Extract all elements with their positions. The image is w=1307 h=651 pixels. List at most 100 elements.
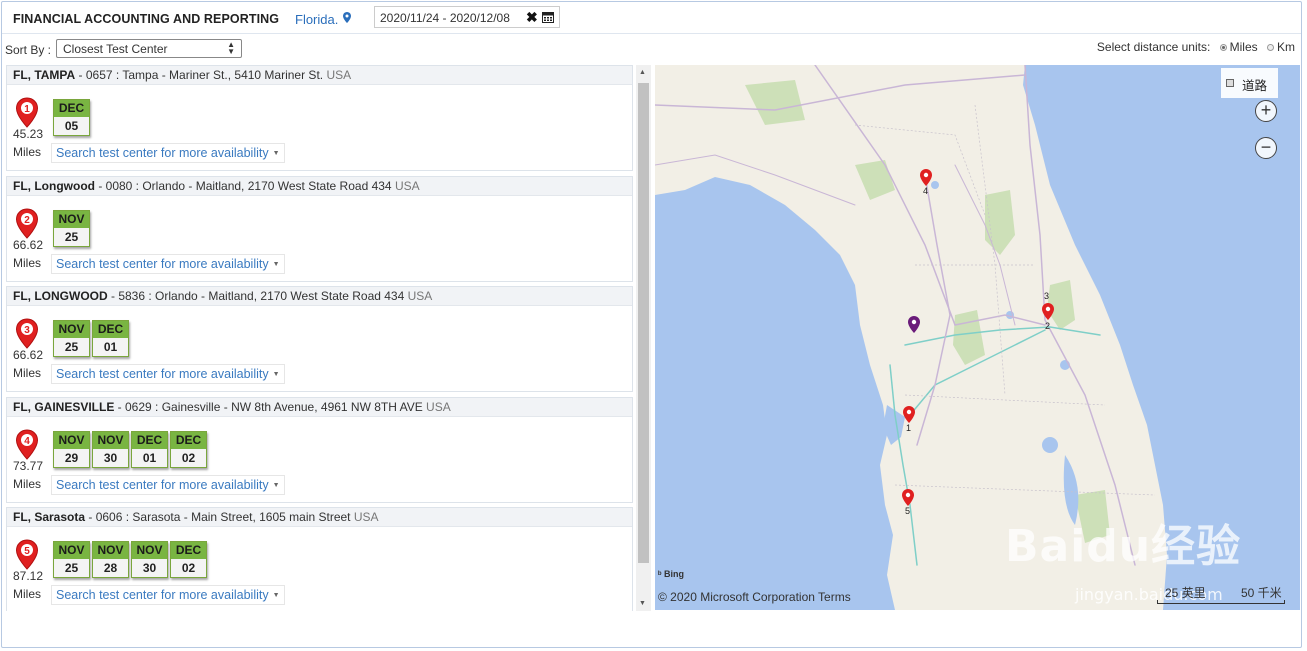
available-dates: NOV 29 NOV 30 DEC 01 DEC 02 xyxy=(53,431,209,468)
distance-unit: Miles xyxy=(13,256,42,270)
map[interactable]: 道路 + − 4 3 2 1 5 Baidu经验 jingyan.baidu.c… xyxy=(655,65,1300,610)
date-tile[interactable]: DEC 01 xyxy=(92,320,129,357)
date-tile[interactable]: NOV 30 xyxy=(131,541,168,578)
road-layer-toggle[interactable]: 道路 xyxy=(1221,68,1278,98)
calendar-icon[interactable] xyxy=(542,11,554,26)
location-link[interactable]: Florida. xyxy=(295,12,352,27)
center-name: FL, LONGWOOD xyxy=(13,289,108,303)
date-range-field[interactable]: 2020/11/24 - 2020/12/08 ✖ xyxy=(374,6,560,28)
date-day: 01 xyxy=(93,338,128,356)
test-center-card: FL, TAMPA - 0657 : Tampa - Mariner St., … xyxy=(6,65,633,171)
distance-value: 66.62 xyxy=(13,348,44,362)
map-copyright[interactable]: © 2020 Microsoft Corporation Terms xyxy=(658,590,851,604)
center-detail: - 0606 : Sarasota - Main Street, 1605 ma… xyxy=(85,510,354,524)
date-tile[interactable]: NOV 30 xyxy=(92,431,129,468)
date-month: NOV xyxy=(93,542,128,559)
scroll-up-icon[interactable]: ▲ xyxy=(639,69,646,76)
date-tile[interactable]: DEC 01 xyxy=(131,431,168,468)
pin-rank: 3 xyxy=(24,325,30,336)
distance-unit: Miles xyxy=(13,587,42,601)
caret-down-icon: ▼ xyxy=(272,592,280,600)
km-label[interactable]: Km xyxy=(1277,40,1295,54)
distance-unit: Miles xyxy=(13,477,42,491)
center-name: FL, GAINESVILLE xyxy=(13,400,115,414)
center-country: USA xyxy=(426,400,451,414)
date-day: 30 xyxy=(93,449,128,467)
test-center-card: FL, Sarasota - 0606 : Sarasota - Main St… xyxy=(6,507,633,611)
miles-label[interactable]: Miles xyxy=(1230,40,1258,54)
date-tile[interactable]: NOV 29 xyxy=(53,431,90,468)
date-tile[interactable]: DEC 05 xyxy=(53,99,90,136)
distance-value: 73.77 xyxy=(13,459,44,473)
more-availability-dropdown[interactable]: Search test center for more availability… xyxy=(51,143,285,163)
center-country: USA xyxy=(394,179,420,193)
pin-rank: 2 xyxy=(24,215,30,226)
center-header: FL, TAMPA - 0657 : Tampa - Mariner St., … xyxy=(7,66,632,85)
available-dates: NOV 25 xyxy=(53,210,92,247)
date-tile[interactable]: DEC 02 xyxy=(170,541,207,578)
distance-unit: Miles xyxy=(13,366,42,380)
zoom-out-button[interactable]: − xyxy=(1255,137,1277,159)
sort-select[interactable]: Closest Test Center ▲ ▼ xyxy=(56,39,242,58)
date-tile[interactable]: NOV 25 xyxy=(53,541,90,578)
center-country: USA xyxy=(326,68,352,82)
km-radio[interactable] xyxy=(1267,43,1274,51)
caret-down-icon: ▼ xyxy=(272,150,280,158)
more-availability-dropdown[interactable]: Search test center for more availability… xyxy=(51,254,285,274)
origin-pin[interactable] xyxy=(908,316,920,336)
road-layer-checkbox[interactable] xyxy=(1226,79,1234,87)
more-availability-label: Search test center for more availability xyxy=(56,478,269,492)
center-detail: - 0657 : Tampa - Mariner St., 5410 Marin… xyxy=(75,68,327,82)
center-header: FL, LONGWOOD - 5836 : Orlando - Maitland… xyxy=(7,287,632,306)
date-range-value: 2020/11/24 - 2020/12/08 xyxy=(380,11,510,25)
center-header: FL, Longwood - 0080 : Orlando - Maitland… xyxy=(7,177,632,196)
list-scrollbar[interactable]: ▲ ▼ xyxy=(636,65,651,611)
date-month: NOV xyxy=(54,321,89,338)
date-tile[interactable]: NOV 25 xyxy=(53,320,90,357)
map-pin-label: 1 xyxy=(906,423,912,433)
scale-metric: 50 千米 xyxy=(1241,586,1282,600)
more-availability-dropdown[interactable]: Search test center for more availability… xyxy=(51,364,285,384)
miles-radio[interactable] xyxy=(1219,43,1227,51)
center-name: FL, Sarasota xyxy=(13,510,86,524)
more-availability-label: Search test center for more availability xyxy=(56,146,269,160)
test-center-card: FL, Longwood - 0080 : Orlando - Maitland… xyxy=(6,176,633,282)
map-marker-icon: 4 xyxy=(15,429,39,463)
test-center-list: FL, TAMPA - 0657 : Tampa - Mariner St., … xyxy=(6,65,634,611)
map-pin-red[interactable] xyxy=(1042,303,1054,323)
map-marker-icon: 1 xyxy=(15,97,39,131)
center-country: USA xyxy=(407,289,433,303)
close-icon[interactable]: ✖ xyxy=(526,9,538,26)
date-tile[interactable]: NOV 28 xyxy=(92,541,129,578)
scroll-down-icon[interactable]: ▼ xyxy=(639,600,646,607)
center-header: FL, Sarasota - 0606 : Sarasota - Main St… xyxy=(7,508,632,527)
header: FINANCIAL ACCOUNTING AND REPORTING Flori… xyxy=(2,2,1301,34)
map-pin-label: 5 xyxy=(905,506,911,516)
more-availability-dropdown[interactable]: Search test center for more availability… xyxy=(51,585,285,605)
bing-label: Bing xyxy=(664,569,685,579)
center-detail: - 5836 : Orlando - Maitland, 2170 West S… xyxy=(107,289,408,303)
date-day: 02 xyxy=(171,559,206,577)
date-month: DEC xyxy=(171,432,206,449)
date-month: NOV xyxy=(54,542,89,559)
scrollbar-thumb[interactable] xyxy=(638,83,649,563)
test-center-card: FL, LONGWOOD - 5836 : Orlando - Maitland… xyxy=(6,286,633,392)
more-availability-label: Search test center for more availability xyxy=(56,257,269,271)
date-tile[interactable]: NOV 25 xyxy=(53,210,90,247)
caret-down-icon: ▼ xyxy=(272,261,280,269)
distance-value: 87.12 xyxy=(13,569,44,583)
zoom-in-button[interactable]: + xyxy=(1255,100,1277,122)
more-availability-label: Search test center for more availability xyxy=(56,367,269,381)
map-marker-icon: 5 xyxy=(15,539,39,573)
available-dates: NOV 25 DEC 01 xyxy=(53,320,131,357)
map-pin-label: 4 xyxy=(923,186,929,196)
pin-rank: 5 xyxy=(24,546,30,557)
more-availability-dropdown[interactable]: Search test center for more availability… xyxy=(51,475,285,495)
center-name: FL, TAMPA xyxy=(13,68,76,82)
sort-selected-value: Closest Test Center xyxy=(63,42,168,56)
date-tile[interactable]: DEC 02 xyxy=(170,431,207,468)
pin-rank: 1 xyxy=(24,104,30,115)
map-pin-label: 3 xyxy=(1044,291,1050,301)
date-month: DEC xyxy=(93,321,128,338)
distance-units: Select distance units: Miles Km xyxy=(1097,40,1295,54)
